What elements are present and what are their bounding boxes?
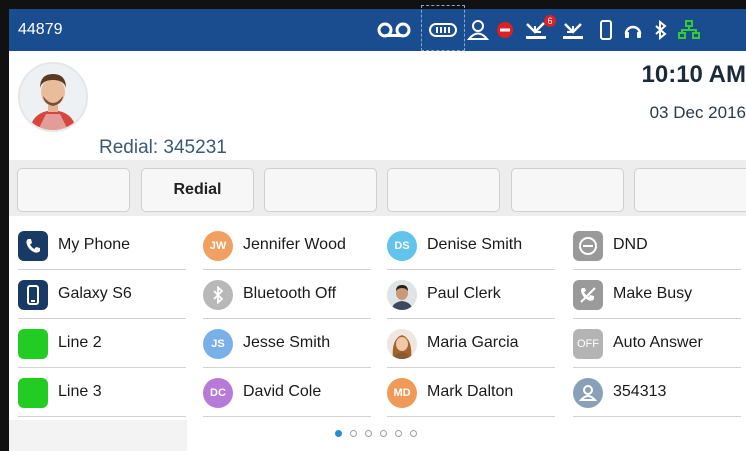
clock-time: 10:10 AM [641, 61, 746, 88]
headset-icon[interactable] [621, 19, 645, 41]
top-border [0, 0, 746, 9]
key-paul-clerk[interactable]: Paul Clerk [387, 271, 555, 319]
missed-calls-icon[interactable]: 6 [522, 15, 556, 41]
key-label: David Cole [243, 383, 322, 400]
key-label: Denise Smith [427, 236, 523, 253]
phone-screen: 44879 6 Redial: 345231 10:10 AM 03 Dec 2… [0, 0, 746, 451]
key-label: Line 3 [58, 383, 102, 400]
line-status-icon [18, 378, 48, 408]
key-label: Jennifer Wood [243, 236, 346, 253]
key-david-cole[interactable]: DC David Cole [203, 369, 371, 417]
softkey-4[interactable] [387, 168, 500, 212]
mobile-icon[interactable] [595, 19, 617, 41]
presence-icon [573, 378, 603, 408]
softkey-3[interactable] [264, 168, 377, 212]
key-bluetooth-off[interactable]: Bluetooth Off [203, 271, 371, 319]
dnd-icon[interactable] [493, 19, 517, 41]
phone-icon [18, 231, 48, 261]
page-dot-active[interactable] [335, 430, 342, 437]
key-label: Line 2 [58, 334, 102, 351]
page-indicator[interactable] [335, 430, 417, 437]
network-icon[interactable] [677, 19, 701, 41]
key-label: Auto Answer [613, 334, 703, 351]
extension-number: 44879 [18, 21, 63, 38]
key-maria-garcia[interactable]: Maria Garcia [387, 320, 555, 368]
contact-photo [387, 280, 417, 310]
key-label: Mark Dalton [427, 383, 514, 400]
call-forward-icon[interactable] [559, 19, 587, 41]
user-avatar[interactable] [18, 62, 88, 132]
keyboard-icon[interactable] [423, 19, 463, 41]
page-dot[interactable] [365, 430, 372, 437]
presence-icon[interactable] [465, 19, 491, 41]
page-dot[interactable] [410, 430, 417, 437]
key-jennifer-wood[interactable]: JW Jennifer Wood [203, 222, 371, 270]
key-my-phone[interactable]: My Phone [18, 222, 186, 270]
contact-initials-avatar: MD [387, 378, 417, 408]
key-dnd[interactable]: DND [573, 222, 741, 270]
clock-date: 03 Dec 2016 [649, 103, 746, 122]
bluetooth-icon [203, 280, 233, 310]
key-line-3[interactable]: Line 3 [18, 369, 186, 417]
key-label: DND [613, 236, 648, 253]
key-line-2[interactable]: Line 2 [18, 320, 186, 368]
softkey-6[interactable] [634, 168, 746, 212]
contact-initials-avatar: JW [203, 231, 233, 261]
redial-info: Redial: 345231 [99, 137, 227, 158]
auto-answer-icon: OFF [573, 329, 603, 359]
status-bar: 44879 6 [9, 5, 746, 51]
key-galaxy-s6[interactable]: Galaxy S6 [18, 271, 186, 319]
key-label: Make Busy [613, 285, 693, 302]
key-label: Paul Clerk [427, 285, 501, 302]
key-mark-dalton[interactable]: MD Mark Dalton [387, 369, 555, 417]
make-busy-icon [573, 280, 603, 310]
key-label: 354313 [613, 383, 667, 400]
contact-initials-avatar: JS [203, 329, 233, 359]
key-make-busy[interactable]: Make Busy [573, 271, 741, 319]
contact-initials-avatar: DS [387, 231, 417, 261]
line-status-icon [18, 329, 48, 359]
key-label: Bluetooth Off [243, 285, 337, 302]
bottom-left-shade [9, 420, 187, 451]
key-label: Maria Garcia [427, 334, 519, 351]
page-dot[interactable] [395, 430, 402, 437]
voicemail-icon[interactable] [376, 19, 412, 41]
key-auto-answer[interactable]: OFF Auto Answer [573, 320, 741, 368]
key-jesse-smith[interactable]: JS Jesse Smith [203, 320, 371, 368]
page-dot[interactable] [350, 430, 357, 437]
voicemail-count-badge: 6 [544, 15, 556, 27]
dnd-icon [573, 231, 603, 261]
contact-photo [387, 329, 417, 359]
key-label: Galaxy S6 [58, 285, 132, 302]
softkey-redial[interactable]: Redial [141, 168, 254, 212]
left-border [0, 0, 9, 451]
mobile-icon [18, 280, 48, 310]
key-presence-354313[interactable]: 354313 [573, 369, 741, 417]
softkey-1[interactable] [17, 168, 130, 212]
contact-initials-avatar: DC [203, 378, 233, 408]
key-label: My Phone [58, 236, 131, 253]
bluetooth-icon[interactable] [651, 19, 671, 41]
softkey-5[interactable] [511, 168, 624, 212]
key-denise-smith[interactable]: DS Denise Smith [387, 222, 555, 270]
softkey-bar: Redial [9, 160, 746, 216]
key-label: Jesse Smith [243, 334, 331, 351]
page-dot[interactable] [380, 430, 387, 437]
